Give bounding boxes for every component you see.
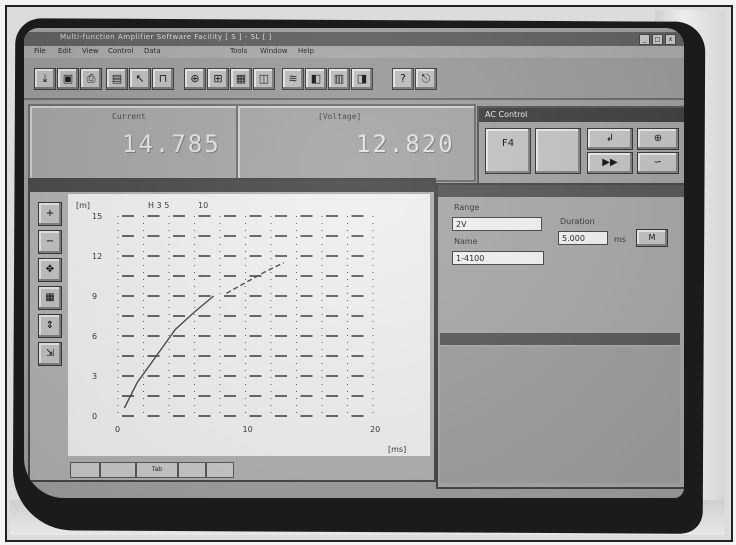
- line-chart: [m] H 3 5 10 0 3 6 9 12 15 0 10 20 [ms]: [76, 201, 406, 454]
- menu-bar: File Edit View Control Data Tools Window…: [24, 46, 684, 58]
- autoscale-icon[interactable]: ⇕: [38, 314, 62, 338]
- menu-control[interactable]: Control: [108, 47, 133, 55]
- voltage-label: [Voltage]: [318, 112, 362, 121]
- control-panel-titlebar: AC Control: [479, 108, 684, 122]
- close-button[interactable]: x: [665, 34, 676, 45]
- save-icon[interactable]: ▣: [57, 68, 79, 90]
- range-select[interactable]: 2V: [452, 217, 542, 231]
- stop-button[interactable]: [535, 128, 581, 174]
- zoom-in-icon[interactable]: +: [38, 202, 62, 226]
- graph-window-titlebar: [30, 180, 434, 192]
- zoom-icon[interactable]: ⊕: [184, 68, 206, 90]
- pan-icon[interactable]: ✥: [38, 258, 62, 282]
- x-axis-unit: [ms]: [388, 445, 406, 454]
- wave-button[interactable]: ∽: [637, 152, 679, 174]
- duration-input[interactable]: 5.000: [558, 231, 608, 245]
- maximize-button[interactable]: □: [652, 34, 663, 45]
- graph-side-toolbar: + − ✥ ▦ ⇕ ⇲: [32, 196, 66, 376]
- menu-window[interactable]: Window: [260, 47, 288, 55]
- y-tick-label: 15: [92, 212, 102, 221]
- menu-view[interactable]: View: [82, 47, 99, 55]
- graph-tabs: Tab: [70, 462, 430, 478]
- graph-window: + − ✥ ▦ ⇕ ⇲ [m] H 3 5 10 0 3 6 9 12 15 0 10 20 […: [28, 178, 436, 482]
- cal-icon[interactable]: ▥: [328, 68, 350, 90]
- menu-file[interactable]: File: [34, 47, 46, 55]
- measure-icon[interactable]: ⊓: [152, 68, 174, 90]
- current-label: Current: [112, 112, 146, 121]
- exit-icon[interactable]: ⎋: [415, 68, 437, 90]
- sub-window-body: [440, 347, 680, 483]
- menu-help[interactable]: Help: [298, 47, 314, 55]
- menu-data[interactable]: Data: [144, 47, 161, 55]
- settings-window: Range 2V Name 1-4100 Duration 5.000 ms M: [436, 183, 684, 489]
- range-label: Range: [454, 203, 480, 212]
- title-bar: Multi-function Amplifier Software Facili…: [24, 32, 684, 46]
- current-readout: Current 14.785: [28, 104, 238, 182]
- scope-icon[interactable]: ▤: [106, 68, 128, 90]
- minimize-button[interactable]: _: [639, 34, 650, 45]
- duration-label: Duration: [560, 217, 595, 226]
- graph-tab-3[interactable]: Tab: [136, 462, 178, 478]
- filter-icon[interactable]: ≋: [282, 68, 304, 90]
- header-label-scale: 10: [198, 201, 208, 210]
- graph-tab-5[interactable]: [206, 462, 234, 478]
- table-icon[interactable]: ▦: [230, 68, 252, 90]
- menu-tools[interactable]: Tools: [230, 47, 247, 55]
- y-tick-label: 12: [92, 252, 102, 261]
- current-value: 14.785: [122, 130, 221, 158]
- zoom-out-icon[interactable]: −: [38, 230, 62, 254]
- window-title: Multi-function Amplifier Software Facili…: [60, 33, 272, 41]
- help-icon[interactable]: ?: [392, 68, 414, 90]
- y-tick-label: 9: [92, 292, 97, 301]
- apply-button[interactable]: M: [636, 229, 668, 247]
- fft-icon[interactable]: ◫: [253, 68, 275, 90]
- cursor-icon[interactable]: ↖: [129, 68, 151, 90]
- y-tick-label: 3: [92, 372, 97, 381]
- export-icon[interactable]: ⇲: [38, 342, 62, 366]
- header-label-units: [m]: [76, 201, 90, 210]
- fast-forward-button[interactable]: ▶▶: [587, 152, 633, 174]
- toolbar: ⤓ ▣ ⎙ ▤ ↖ ⊓ ⊕ ⊞ ▦ ◫ ≋ ◧ ▥ ◨ ? ⎋: [24, 58, 684, 100]
- graph-tab-1[interactable]: [70, 462, 100, 478]
- enter-button[interactable]: ↲: [587, 128, 633, 150]
- target-button[interactable]: ⊕: [637, 128, 679, 150]
- y-tick-label: 0: [92, 412, 97, 421]
- grid-icon[interactable]: ⊞: [207, 68, 229, 90]
- plot-area: [m] H 3 5 10 0 3 6 9 12 15 0 10 20 [ms]: [68, 194, 430, 456]
- name-label: Name: [454, 237, 478, 246]
- name-input[interactable]: 1-4100: [452, 251, 544, 265]
- sweep-icon[interactable]: ◧: [305, 68, 327, 90]
- header-label-channel: H 3 5: [148, 201, 169, 210]
- series-line-2: [226, 262, 285, 294]
- x-tick-label: 10: [243, 425, 253, 434]
- x-tick-label: 20: [370, 425, 380, 434]
- screen: Multi-function Amplifier Software Facili…: [24, 28, 684, 498]
- info-icon[interactable]: ◨: [351, 68, 373, 90]
- grid-lines: [117, 215, 374, 417]
- graph-tab-2[interactable]: [100, 462, 136, 478]
- voltage-readout: [Voltage] 12.820: [236, 104, 476, 182]
- voltage-value: 12.820: [356, 130, 455, 158]
- graph-tab-4[interactable]: [178, 462, 206, 478]
- duration-unit: ms: [614, 235, 626, 244]
- control-panel-title: AC Control: [485, 110, 528, 119]
- print-icon[interactable]: ⎙: [80, 68, 102, 90]
- axis-ticks: 0 3 6 9 12 15 0 10 20: [92, 212, 380, 434]
- grid-toggle-icon[interactable]: ▦: [38, 286, 62, 310]
- f4-button[interactable]: F4: [485, 128, 531, 174]
- y-tick-label: 6: [92, 332, 97, 341]
- control-panel: AC Control F4 ↲ ⊕ ▶▶ ∽: [477, 106, 684, 190]
- menu-edit[interactable]: Edit: [58, 47, 72, 55]
- settings-window-titlebar: [438, 185, 684, 197]
- x-tick-label: 0: [115, 425, 120, 434]
- sub-window-titlebar: [440, 333, 680, 345]
- load-icon[interactable]: ⤓: [34, 68, 56, 90]
